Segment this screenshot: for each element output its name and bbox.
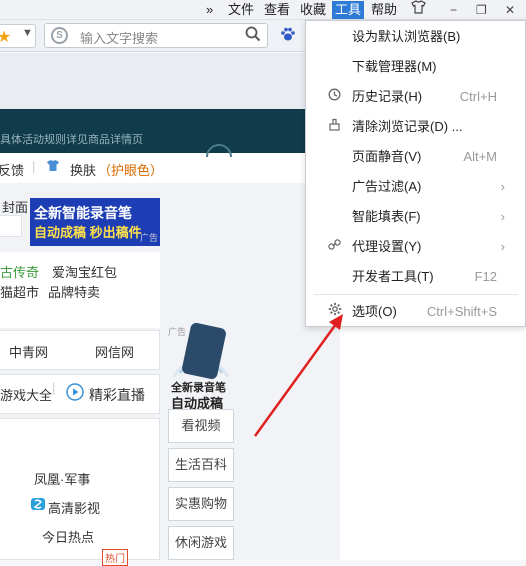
chevron-right-icon: › [500, 179, 505, 194]
chevron-right-icon: › [500, 239, 505, 254]
link-xinwang[interactable]: 网信网 [95, 342, 134, 361]
chevron-down-icon: ▼ [22, 27, 33, 39]
feedback-link[interactable]: 反馈 [0, 160, 24, 179]
menu-file[interactable]: 文件 [228, 1, 254, 19]
link-legend[interactable]: 古传奇 [0, 262, 39, 281]
link-tmall-market[interactable]: 猫超市 [0, 282, 39, 301]
tools-dropdown-menu: 设为默认浏览器(B) 下载管理器(M) 历史记录(H) Ctrl+H 清除浏览记… [305, 20, 526, 327]
tshirt-icon[interactable] [411, 0, 426, 20]
link-brand-sale[interactable]: 品牌特卖 [48, 282, 100, 301]
menu-item-proxy[interactable]: 代理设置(Y) › [306, 232, 525, 262]
link-games[interactable]: 游戏大全 [0, 385, 52, 404]
history-icon [328, 82, 341, 112]
skin-link[interactable]: 换肤 [70, 160, 96, 179]
banner-text: 具体活动规则详见商品详情页 [0, 134, 143, 146]
side-btn-games[interactable]: 休闲游戏 [168, 526, 234, 560]
baidu-paw-icon[interactable] [280, 27, 296, 45]
link-hd-video[interactable]: 高清影视 [48, 498, 100, 517]
menu-item-history[interactable]: 历史记录(H) Ctrl+H [306, 82, 525, 112]
promo-banner[interactable]: 具体活动规则详见商品详情页 [0, 109, 340, 157]
search-engine-icon[interactable]: S [51, 27, 68, 44]
link-taobao-red[interactable]: 爱淘宝红包 [52, 262, 117, 281]
ad-recorder-banner[interactable]: 全新智能录音笔 自动成稿 秒出稿件 广告 [30, 198, 160, 246]
link-live[interactable]: 精彩直播 [89, 385, 145, 405]
hot-badge: 热门 [102, 549, 128, 566]
menu-tools[interactable]: 工具 [332, 1, 365, 19]
menu-favorites[interactable]: 收藏 [300, 1, 326, 19]
cover-input[interactable] [0, 215, 22, 237]
banner-circle-decoration [206, 144, 232, 157]
menu-item-mute-page[interactable]: 页面静音(V) Alt+M [306, 142, 525, 172]
menu-item-ad-filter[interactable]: 广告过滤(A) › [306, 172, 525, 202]
menu-item-download-manager[interactable]: 下载管理器(M) [306, 52, 525, 82]
restore-button[interactable]: ❐ [476, 0, 487, 20]
gear-icon [328, 297, 342, 327]
menu-item-devtools[interactable]: 开发者工具(T) F12 [306, 262, 525, 292]
link-youth[interactable]: 中青网 [9, 342, 48, 361]
ad-tag: 广告 [139, 233, 158, 243]
hd-icon [30, 496, 46, 515]
link-ifeng-military[interactable]: 凤凰·军事 [34, 469, 90, 488]
shirt-icon [46, 159, 60, 175]
close-button[interactable]: ✕ [505, 0, 515, 20]
ad-line1: 全新智能录音笔 [34, 205, 132, 221]
menu-item-clear-history[interactable]: 清除浏览记录(D) ... [306, 112, 525, 142]
menu-item-options[interactable]: 选项(O) Ctrl+Shift+S [306, 297, 525, 327]
play-icon [66, 383, 84, 404]
divider: | [32, 159, 36, 174]
eye-care-link[interactable]: （护眼色） [98, 160, 163, 179]
ad-recorder-side[interactable]: 广告 全新录音笔 自动成稿 [168, 321, 234, 411]
menu-item-set-default[interactable]: 设为默认浏览器(B) [306, 22, 525, 52]
side-btn-life[interactable]: 生活百科 [168, 448, 234, 482]
clear-history-icon [328, 112, 341, 142]
search-input[interactable]: 输入文字搜索 [80, 28, 158, 47]
search-box[interactable]: S 输入文字搜索 [44, 23, 268, 48]
search-icon[interactable] [245, 26, 261, 46]
skin-bar: 反馈 | 换肤 （护眼色） [0, 156, 310, 180]
menu-help[interactable]: 帮助 [371, 1, 397, 19]
menu-bar: » 文件 查看 收藏 工具 帮助 − ❐ ✕ [0, 0, 526, 20]
favorites-star-button[interactable]: ★ ▼ [0, 24, 36, 48]
cover-label: 封面 [2, 200, 29, 215]
menu-view[interactable]: 查看 [264, 1, 290, 19]
divider: | [52, 380, 56, 395]
chevron-right-icon: › [500, 209, 505, 224]
side-btn-video[interactable]: 看视频 [168, 409, 234, 443]
menu-item-autofill[interactable]: 智能填表(F) › [306, 202, 525, 232]
star-icon: ★ [0, 29, 12, 46]
link-today-hot[interactable]: 今日热点 [42, 527, 94, 546]
minimize-button[interactable]: − [450, 0, 457, 20]
side-btn-shopping[interactable]: 实惠购物 [168, 487, 234, 521]
ad-line2: 自动成稿 秒出稿件 [34, 225, 142, 240]
more-chevron-icon[interactable]: » [206, 1, 213, 19]
proxy-link-icon [328, 232, 341, 262]
menu-separator [314, 294, 518, 295]
